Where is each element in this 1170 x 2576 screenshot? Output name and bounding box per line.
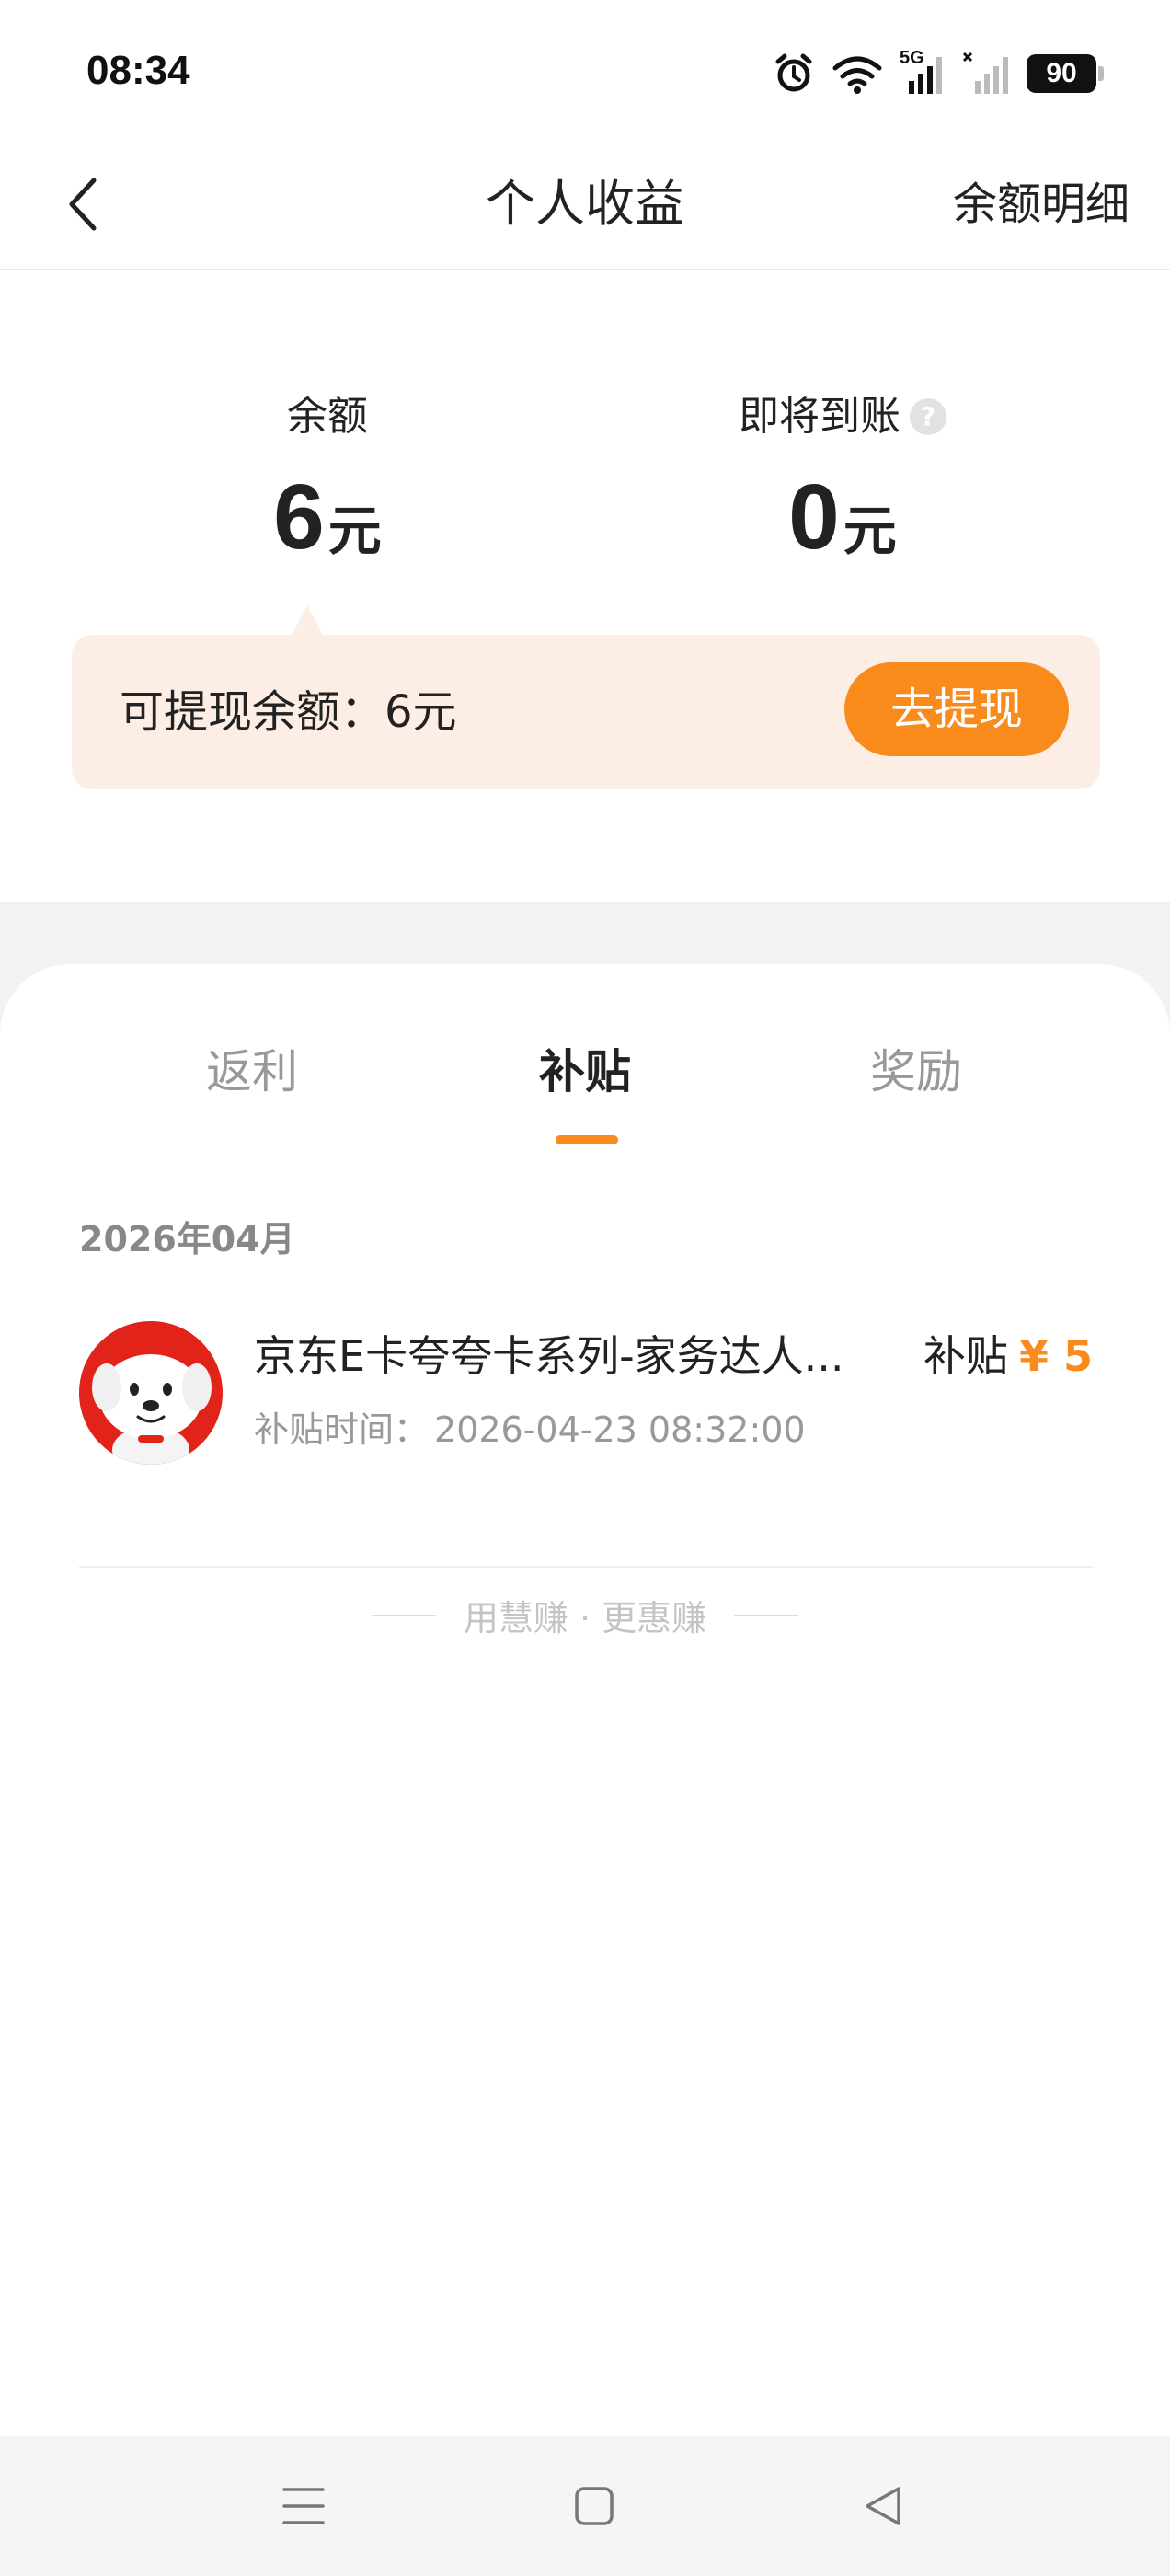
withdraw-panel: 可提现余额：6元 去提现 bbox=[72, 635, 1100, 789]
tab-subsidy[interactable]: 补贴 bbox=[475, 1038, 695, 1106]
footer-tagline: 用慧赚 · 更惠赚 bbox=[0, 1590, 1170, 1640]
status-bar: 08:34 5G 90 bbox=[0, 0, 1170, 136]
help-icon[interactable]: ? bbox=[910, 398, 946, 435]
amount-label: 补贴 bbox=[923, 1331, 1008, 1381]
record-time: 补贴时间： 2026-04-23 08:32:00 bbox=[254, 1404, 806, 1455]
withdrawable-balance: 可提现余额：6元 bbox=[120, 686, 457, 738]
pending-label: 即将到账 ? bbox=[739, 390, 946, 443]
tab-reward[interactable]: 奖励 bbox=[806, 1038, 1027, 1106]
withdraw-box-pointer bbox=[291, 605, 324, 637]
status-time: 08:34 bbox=[86, 48, 190, 93]
jd-dog-avatar-icon bbox=[79, 1321, 223, 1465]
record-time-value: 2026-04-23 08:32:00 bbox=[434, 1409, 806, 1450]
record-title: 京东E卡夸夸卡系列-家务达人... bbox=[254, 1331, 844, 1381]
battery-icon: 90 bbox=[1027, 54, 1104, 93]
back-triangle-icon bbox=[866, 2487, 900, 2525]
divider-right bbox=[734, 1614, 799, 1616]
pending-amount: 0 bbox=[788, 466, 840, 569]
tab-rebate[interactable]: 返利 bbox=[142, 1038, 362, 1106]
earnings-summary: 余额 6 元 即将到账 ? 0 元 可提现余额：6元 去提现 bbox=[0, 270, 1170, 902]
pending-value: 0 元 bbox=[649, 462, 1036, 563]
pending-label-text: 即将到账 bbox=[739, 393, 900, 440]
record-tabs: 返利 补贴 奖励 bbox=[0, 1038, 1170, 1139]
divider-left bbox=[371, 1614, 436, 1616]
alarm-icon bbox=[775, 53, 812, 92]
system-back-button[interactable] bbox=[846, 2469, 920, 2543]
menu-button[interactable] bbox=[267, 2469, 340, 2543]
month-header: 2026年04月 bbox=[79, 1219, 295, 1259]
list-item[interactable]: 京东E卡夸夸卡系列-家务达人... 补贴时间： 2026-04-23 08:32… bbox=[79, 1321, 1093, 1568]
balance-label: 余额 bbox=[287, 390, 368, 443]
nav-bar: 个人收益 余额明细 bbox=[0, 136, 1170, 270]
signal-no-service-icon bbox=[962, 52, 1008, 94]
menu-icon bbox=[282, 2488, 325, 2524]
system-nav-bar bbox=[0, 2436, 1170, 2576]
record-time-label: 补贴时间： bbox=[254, 1409, 430, 1450]
pending-unit: 元 bbox=[843, 500, 897, 562]
footer-tagline-text: 用慧赚 · 更惠赚 bbox=[463, 1598, 707, 1639]
balance-amount: 6 bbox=[273, 466, 325, 569]
balance-detail-link[interactable]: 余额明细 bbox=[953, 167, 1130, 241]
active-tab-indicator bbox=[556, 1135, 618, 1144]
balance-value: 6 元 bbox=[134, 462, 521, 563]
balance-block: 余额 6 元 bbox=[134, 390, 521, 563]
records-card: 返利 补贴 奖励 2026年04月 京东E卡夸夸卡系列-家务达人... 补贴时间… bbox=[0, 964, 1170, 2436]
wifi-icon bbox=[832, 56, 882, 94]
home-square-icon bbox=[575, 2487, 614, 2525]
withdraw-button[interactable]: 去提现 bbox=[844, 662, 1069, 756]
home-button[interactable] bbox=[557, 2469, 631, 2543]
pending-block: 即将到账 ? 0 元 bbox=[649, 390, 1036, 563]
amount-value: ¥ 5 bbox=[1018, 1331, 1093, 1381]
balance-unit: 元 bbox=[327, 500, 382, 562]
signal-5g-icon: 5G bbox=[900, 48, 946, 96]
status-icons: 5G 90 bbox=[773, 48, 1104, 99]
balance-label-text: 余额 bbox=[287, 393, 368, 440]
record-amount: 补贴 ¥ 5 bbox=[923, 1327, 1093, 1386]
